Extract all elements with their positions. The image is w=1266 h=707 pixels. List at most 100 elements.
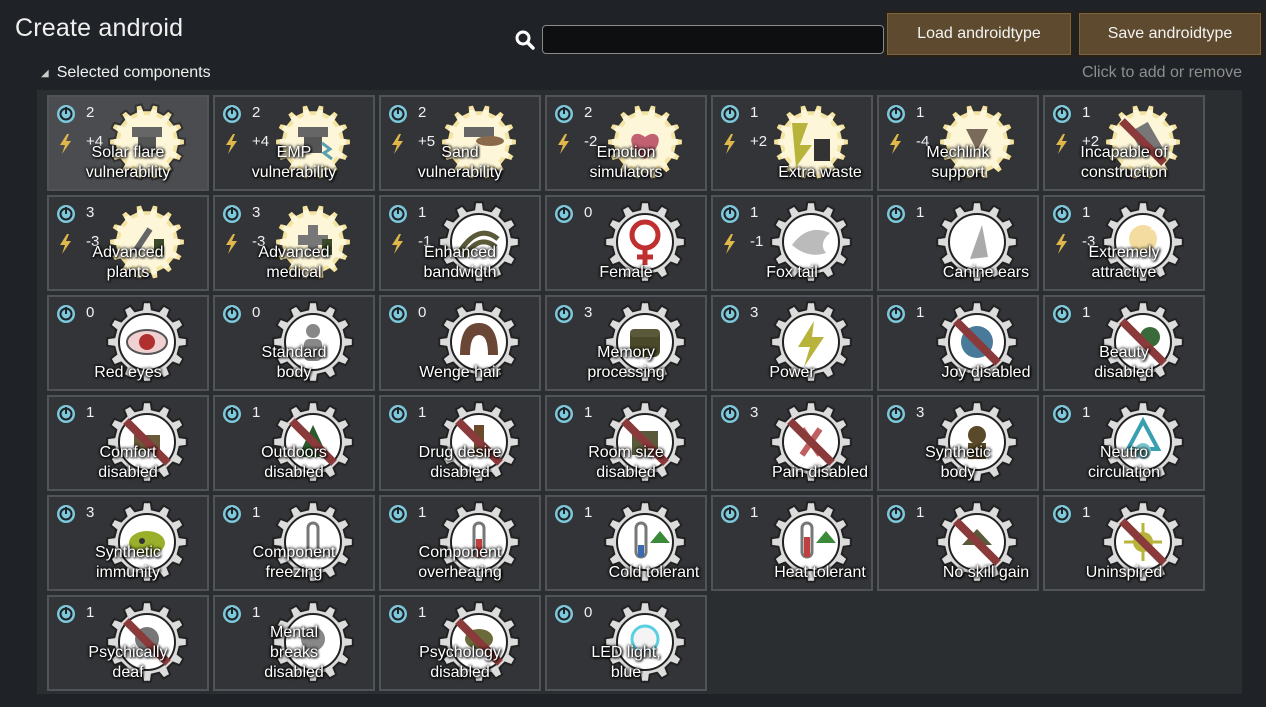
cost-value: 1: [418, 204, 427, 221]
complexity-icon: [555, 505, 573, 523]
cost-row: 3: [886, 404, 924, 424]
component-tile[interactable]: 3 Synthetic immunity: [47, 495, 209, 591]
cost-value: 3: [86, 504, 95, 521]
search-input[interactable]: [542, 25, 884, 54]
component-name: Room size disabled: [588, 444, 664, 481]
component-name: Heat tolerant: [774, 564, 866, 581]
complexity-icon: [555, 205, 573, 223]
component-name: Standard body: [261, 344, 327, 381]
component-tile[interactable]: 1 Heat tolerant: [711, 495, 873, 591]
component-tile[interactable]: 1 Beauty disabled: [1043, 295, 1205, 391]
complexity-icon: [57, 105, 75, 123]
component-tile[interactable]: 1 -3 Extremely attractive: [1043, 195, 1205, 291]
complexity-icon: [389, 205, 407, 223]
cost-row: 1: [388, 204, 426, 224]
component-tile[interactable]: 1 Mental breaks disabled: [213, 595, 375, 691]
component-tile[interactable]: 1 -1 Fox tail: [711, 195, 873, 291]
cost-row: 1: [886, 504, 924, 524]
component-tile[interactable]: 1 Room size disabled: [545, 395, 707, 491]
complexity-icon: [555, 405, 573, 423]
component-tile[interactable]: 2 +4 EMP vulnerability: [213, 95, 375, 191]
component-tile[interactable]: 1 +2 Extra waste: [711, 95, 873, 191]
component-tile[interactable]: 2 -2 Emotion simulators: [545, 95, 707, 191]
collapse-triangle-icon: ◢: [41, 67, 49, 79]
component-tile[interactable]: 1 Cold tolerant: [545, 495, 707, 591]
component-tile[interactable]: 1 -1 Enhanced bandwidth: [379, 195, 541, 291]
complexity-icon: [223, 305, 241, 323]
power-value: -1: [750, 233, 764, 250]
component-tile[interactable]: 2 +4 Solar flare vulnerability: [47, 95, 209, 191]
component-name: Synthetic immunity: [95, 544, 161, 581]
component-tile[interactable]: 0 Wenge hair: [379, 295, 541, 391]
cost-value: 2: [418, 104, 427, 121]
component-tile[interactable]: 1 Outdoors disabled: [213, 395, 375, 491]
component-tile[interactable]: 1 Drug desire disabled: [379, 395, 541, 491]
component-name: Joy disabled: [941, 364, 1031, 381]
cost-row: 1: [720, 504, 758, 524]
component-tile[interactable]: 1 Comfort disabled: [47, 395, 209, 491]
component-tile[interactable]: 0 Female: [545, 195, 707, 291]
component-tile[interactable]: 1 Neutro circulation: [1043, 395, 1205, 491]
component-name: Emotion simulators: [589, 144, 663, 181]
complexity-icon: [389, 605, 407, 623]
cost-value: 1: [252, 604, 261, 621]
component-tile[interactable]: 0 Red eyes: [47, 295, 209, 391]
cost-row: 3: [554, 304, 592, 324]
component-tile[interactable]: 3 -3 Advanced medical: [213, 195, 375, 291]
cost-row: 3: [56, 204, 94, 224]
load-androidtype-button[interactable]: Load androidtype: [885, 11, 1073, 57]
cost-row: 1: [222, 504, 260, 524]
complexity-icon: [721, 105, 739, 123]
cost-value: 1: [1082, 104, 1091, 121]
component-tile[interactable]: 1 No skill gain: [877, 495, 1039, 591]
component-name: Mechlink support: [926, 144, 990, 181]
component-tile[interactable]: 1 Psychology disabled: [379, 595, 541, 691]
cost-value: 2: [252, 104, 261, 121]
component-tile[interactable]: 3 Pain disabled: [711, 395, 873, 491]
cost-row: 2: [554, 104, 592, 124]
component-tile[interactable]: 3 Power: [711, 295, 873, 391]
component-tile[interactable]: 1 Component overheating: [379, 495, 541, 591]
cost-value: 3: [252, 204, 261, 221]
component-tile[interactable]: 1 Psychically deaf: [47, 595, 209, 691]
complexity-icon: [389, 505, 407, 523]
component-tile[interactable]: 1 Canine ears: [877, 195, 1039, 291]
component-tile[interactable]: 1 -4 Mechlink support: [877, 95, 1039, 191]
component-name: EMP vulnerability: [251, 144, 337, 181]
component-tile[interactable]: 1 Component freezing: [213, 495, 375, 591]
cost-value: 1: [1082, 404, 1091, 421]
component-name: Incapable of construction: [1080, 144, 1168, 181]
component-tile[interactable]: 1 Uninspired: [1043, 495, 1205, 591]
cost-row: 0: [554, 204, 592, 224]
cost-row: 0: [56, 304, 94, 324]
complexity-icon: [1053, 305, 1071, 323]
component-tile[interactable]: 1 Joy disabled: [877, 295, 1039, 391]
component-tile[interactable]: 3 Synthetic body: [877, 395, 1039, 491]
cost-value: 1: [418, 604, 427, 621]
component-name: Drug desire disabled: [418, 444, 502, 481]
component-tile[interactable]: 2 +5 Sand vulnerability: [379, 95, 541, 191]
component-name: Sand vulnerability: [417, 144, 503, 181]
component-tile[interactable]: 0 LED light, blue: [545, 595, 707, 691]
complexity-icon: [223, 505, 241, 523]
cost-value: 1: [1082, 304, 1091, 321]
component-tile[interactable]: 3 Memory processing: [545, 295, 707, 391]
cost-value: 3: [750, 304, 759, 321]
cost-row: 0: [554, 604, 592, 624]
component-name: Memory processing: [587, 344, 665, 381]
component-name: Extra waste: [778, 164, 862, 181]
cost-value: 3: [86, 204, 95, 221]
complexity-icon: [57, 505, 75, 523]
cost-value: 2: [584, 104, 593, 121]
complexity-icon: [721, 505, 739, 523]
component-tile[interactable]: 3 -3 Advanced plants: [47, 195, 209, 291]
component-tile[interactable]: 0 Standard body: [213, 295, 375, 391]
cost-value: 0: [252, 304, 261, 321]
save-androidtype-button[interactable]: Save androidtype: [1077, 11, 1263, 57]
selected-components-toggle[interactable]: ◢ Selected components: [41, 64, 211, 82]
cost-row: 0: [222, 304, 260, 324]
component-tile[interactable]: 1 +2 Incapable of construction: [1043, 95, 1205, 191]
search-icon[interactable]: [514, 29, 536, 51]
search-bar: [514, 25, 884, 54]
cost-row: 1: [56, 404, 94, 424]
